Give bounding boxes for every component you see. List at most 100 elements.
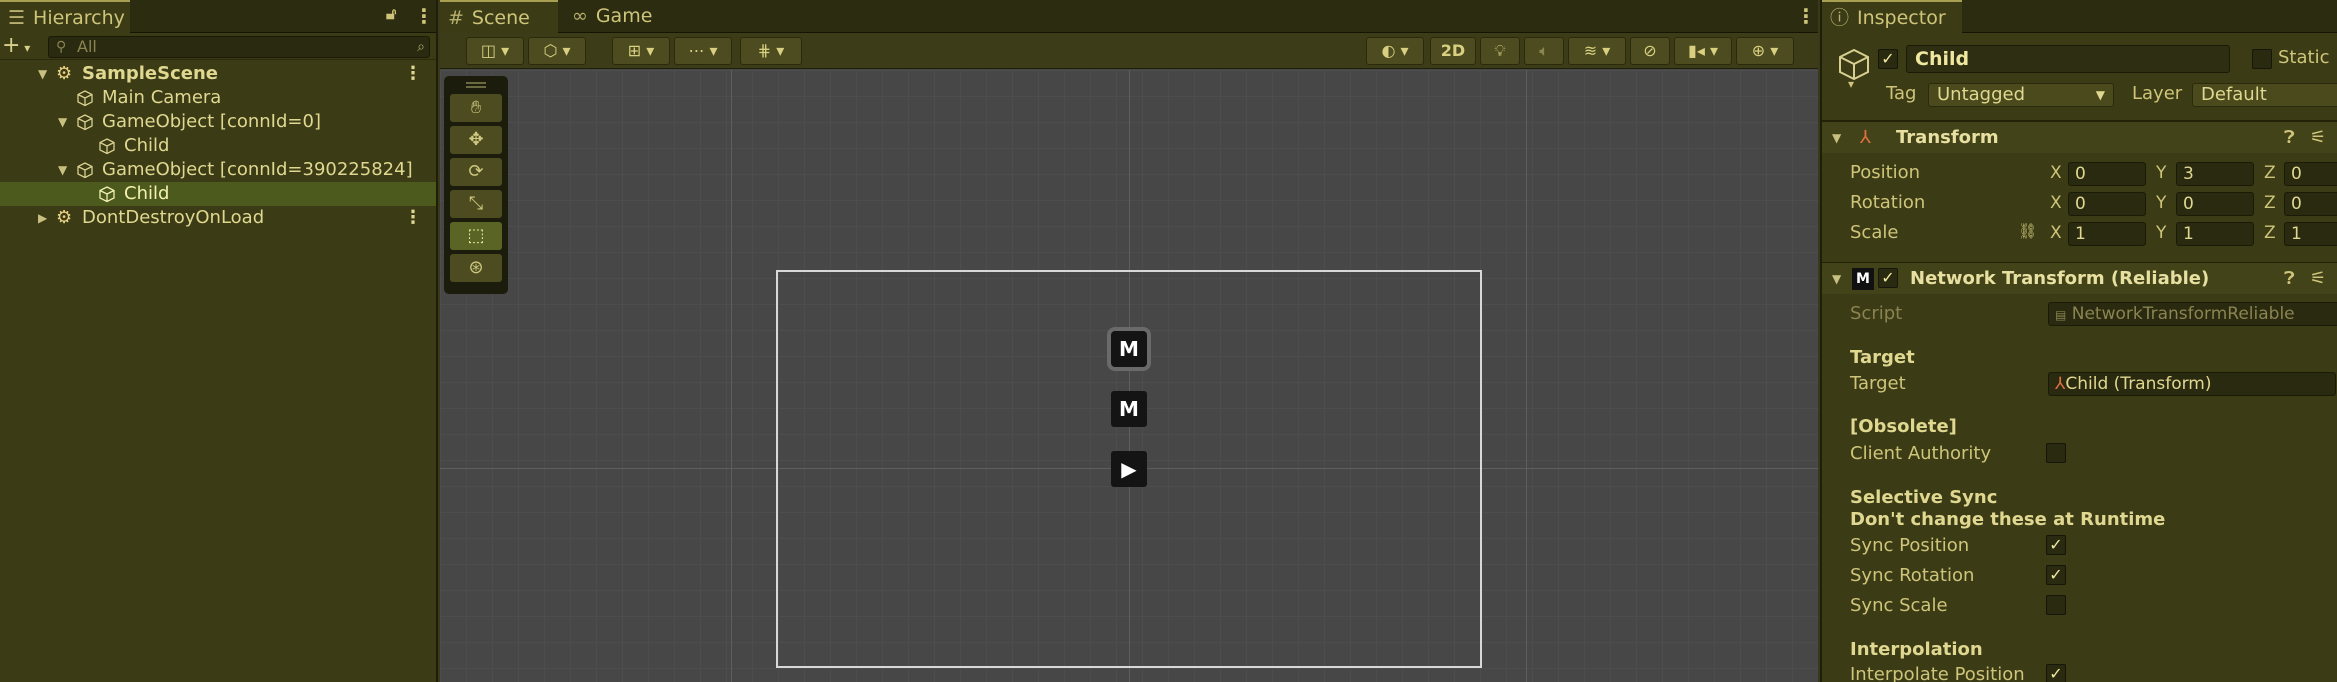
position-z-field[interactable]: 0	[2284, 162, 2337, 186]
static-checkbox[interactable]	[2252, 49, 2272, 69]
constrain-proportions-icon[interactable]: ⛓︎	[2018, 222, 2037, 240]
scene-viewport[interactable]: ✋︎ ✥ ⟳ ⤡ ⬚ ⊛ M M ▶	[440, 70, 1818, 682]
chevron-down-icon[interactable]: ▾	[1848, 77, 1854, 91]
transform-tool-button[interactable]: ⊛	[450, 254, 502, 282]
camera-gizmo-icon[interactable]: ▶	[1111, 451, 1147, 487]
client-authority-checkbox[interactable]	[2046, 443, 2066, 463]
globe-icon: ⊕	[1751, 41, 1766, 60]
kebab-menu-icon[interactable]: ⋮	[414, 4, 434, 28]
help-icon[interactable]: ❓︎	[2284, 263, 2295, 295]
lock-icon[interactable]: 🔓︎	[386, 4, 396, 24]
help-icon[interactable]: ❓︎	[2284, 122, 2295, 154]
hierarchy-item-child-1[interactable]: Child	[0, 134, 436, 158]
expand-arrow-icon[interactable]: ▼	[58, 158, 67, 182]
grid-axis-line	[731, 70, 732, 682]
tag-dropdown[interactable]: Untagged ▼	[1928, 83, 2114, 107]
toggle-2d-button[interactable]: 2D	[1430, 37, 1476, 65]
rotate-icon: ⟳	[468, 161, 484, 182]
scale-x-field[interactable]: 1	[2068, 222, 2146, 246]
picker-icon[interactable]: ⌕	[417, 37, 425, 57]
network-transform-component-header[interactable]: ▼ M ✓ Network Transform (Reliable) ❓︎ ⚟	[1822, 262, 2337, 294]
move-tool-button[interactable]: ✥	[450, 126, 502, 154]
scale-z-field[interactable]: 1	[2284, 222, 2337, 246]
kebab-menu-icon[interactable]: ⋮	[1796, 4, 1816, 28]
hierarchy-item-dontdestroyonload[interactable]: ▶ ⚙ DontDestroyOnLoad ⋮	[0, 206, 436, 230]
grid-visibility-button[interactable]: ⋕ ▾	[740, 37, 802, 65]
tab-hierarchy[interactable]: ☰ Hierarchy	[0, 0, 130, 33]
transform-component-header[interactable]: ▼ ⅄ Transform ❓︎ ⚟	[1822, 121, 2337, 153]
hierarchy-toolbar: + ▾ ⚲ All ⌕	[0, 33, 436, 60]
layer-dropdown[interactable]: Default	[2192, 83, 2337, 107]
add-object-button[interactable]: + ▾	[2, 33, 30, 58]
target-object-field[interactable]: ⅄Child (Transform)	[2048, 372, 2336, 396]
rotation-x-field[interactable]: 0	[2068, 192, 2146, 216]
tab-inspector[interactable]: ⓘ Inspector	[1822, 0, 1962, 33]
hidden-objects-button[interactable]: ⊘	[1630, 37, 1670, 65]
rotation-z-field[interactable]: 0	[2284, 192, 2337, 216]
audio-toggle-button[interactable]: 🔈︎	[1524, 37, 1564, 65]
inspector-panel: ⓘ Inspector ▾ ✓ Child Static Tag Untagged…	[1820, 0, 2337, 682]
sync-rotation-checkbox[interactable]: ✓	[2046, 565, 2066, 585]
hand-tool-button[interactable]: ✋︎	[450, 94, 502, 122]
position-y-field[interactable]: 3	[2176, 162, 2254, 186]
hierarchy-item-gameobject-0[interactable]: ▼ GameObject [connId=0]	[0, 110, 436, 134]
hierarchy-item-gameobject-390225824[interactable]: ▼ GameObject [connId=390225824]	[0, 158, 436, 182]
inspector-header: ▾ ✓ Child Static Tag Untagged ▼ Layer Def…	[1822, 33, 2337, 121]
active-checkbox[interactable]: ✓	[1878, 49, 1898, 69]
cube-icon: ⬡	[543, 41, 558, 60]
grid-icon: #	[448, 7, 464, 29]
hierarchy-search-input[interactable]: ⚲ All ⌕	[48, 36, 430, 58]
info-icon: ⓘ	[1830, 7, 1850, 29]
drag-handle[interactable]	[466, 82, 486, 88]
gizmo-orientation-button[interactable]: ⬡ ▾	[528, 37, 586, 65]
tab-game[interactable]: ∞ Game	[564, 0, 664, 33]
kebab-menu-icon[interactable]: ⋮	[404, 206, 422, 230]
shading-mode-button[interactable]: ◐ ▾	[1366, 37, 1424, 65]
mirror-script-icon: M	[1852, 268, 1874, 290]
component-enabled-checkbox[interactable]: ✓	[1878, 268, 1898, 288]
scale-tool-button[interactable]: ⤡	[450, 190, 502, 218]
expand-arrow-icon[interactable]: ▼	[58, 110, 67, 134]
scale-y-field[interactable]: 1	[2176, 222, 2254, 246]
lightbulb-icon: 💡︎	[1494, 41, 1506, 60]
object-name-field[interactable]: Child	[1906, 45, 2230, 73]
move-icon: ✥	[468, 129, 484, 150]
interpolate-position-checkbox[interactable]: ✓	[2046, 664, 2066, 682]
lighting-toggle-button[interactable]: 💡︎	[1480, 37, 1520, 65]
sync-position-checkbox[interactable]: ✓	[2046, 535, 2066, 555]
chevron-down-icon: ▼	[2095, 88, 2105, 102]
collapse-arrow-icon[interactable]: ▶	[38, 206, 47, 230]
hierarchy-item-child-2-selected[interactable]: Child	[0, 182, 436, 206]
settings-sliders-icon[interactable]: ⚟	[2310, 263, 2326, 295]
grid-snap-button[interactable]: ⊞ ▾	[612, 37, 670, 65]
script-icon: ▤	[2055, 308, 2067, 322]
rect-tool-button[interactable]: ⬚	[450, 222, 502, 250]
hierarchy-item-samplescene[interactable]: ▼ ⚙ SampleScene ⋮	[0, 62, 436, 86]
increment-snap-button[interactable]: ⋯ ▾	[674, 37, 732, 65]
network-transform-gizmo-icon[interactable]: M	[1111, 331, 1147, 367]
scale-icon: ⤡	[468, 193, 484, 214]
expand-arrow-icon[interactable]: ▼	[38, 62, 47, 86]
rotate-tool-button[interactable]: ⟳	[450, 158, 502, 186]
kebab-menu-icon[interactable]: ⋮	[404, 62, 422, 86]
rect-icon: ⬚	[467, 225, 485, 246]
gizmos-button[interactable]: ⊕ ▾	[1736, 37, 1794, 65]
settings-sliders-icon[interactable]: ⚟	[2310, 122, 2326, 154]
unity-scene-icon: ⚙	[56, 207, 73, 228]
sync-scale-checkbox[interactable]	[2046, 595, 2066, 615]
inspector-tabbar: ⓘ Inspector	[1822, 0, 2337, 33]
network-transform-gizmo-icon[interactable]: M	[1111, 391, 1147, 427]
hierarchy-tabbar: ☰ Hierarchy 🔓︎ ⋮	[0, 0, 436, 33]
effects-button[interactable]: ≋ ▾	[1568, 37, 1626, 65]
fold-arrow-icon[interactable]: ▼	[1832, 122, 1841, 154]
fold-arrow-icon[interactable]: ▼	[1832, 263, 1841, 295]
gameobject-cube-icon	[77, 90, 93, 107]
rotation-y-field[interactable]: 0	[2176, 192, 2254, 216]
camera-settings-button[interactable]: ▮◂ ▾	[1674, 37, 1732, 65]
speaker-icon: 🔈︎	[1539, 41, 1549, 60]
draw-mode-button[interactable]: ◫ ▾	[466, 37, 524, 65]
tab-scene[interactable]: # Scene	[440, 0, 558, 33]
snap-icon: ⋯	[688, 41, 705, 60]
position-x-field[interactable]: 0	[2068, 162, 2146, 186]
hierarchy-item-main-camera[interactable]: Main Camera	[0, 86, 436, 110]
